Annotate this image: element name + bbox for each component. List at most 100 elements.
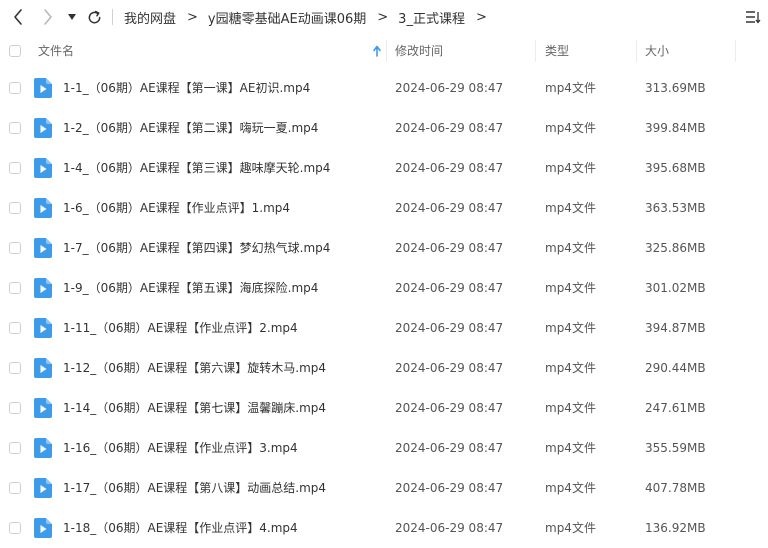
file-size: 363.53MB <box>645 201 706 215</box>
video-file-icon <box>34 118 52 138</box>
file-type: mp4文件 <box>545 281 596 295</box>
breadcrumb-current[interactable]: 3_正式课程 <box>396 8 467 27</box>
file-size: 395.68MB <box>645 161 706 175</box>
file-modified: 2024-06-29 08:47 <box>395 361 504 375</box>
file-size: 301.02MB <box>645 281 706 295</box>
row-checkbox[interactable] <box>9 482 21 494</box>
row-checkbox[interactable] <box>9 162 21 174</box>
file-name[interactable]: 1-1_（06期）AE课程【第一课】AE初识.mp4 <box>63 68 310 108</box>
breadcrumb: 我的网盘 > y园糖零基础AE动画课06期 > 3_正式课程 > <box>122 0 495 34</box>
file-size: 290.44MB <box>645 361 706 375</box>
column-type[interactable]: 类型 <box>545 36 569 66</box>
history-dropdown-button[interactable] <box>64 6 80 28</box>
file-name[interactable]: 1-14_（06期）AE课程【第七课】温馨蹦床.mp4 <box>63 388 326 428</box>
video-file-icon <box>34 438 52 458</box>
column-divider[interactable] <box>735 40 736 62</box>
file-size: 136.92MB <box>645 521 706 535</box>
arrow-up-icon[interactable] <box>372 45 382 57</box>
file-name[interactable]: 1-9_（06期）AE课程【第五课】海底探险.mp4 <box>63 268 318 308</box>
file-row[interactable]: 1-11_（06期）AE课程【作业点评】2.mp4 2024-06-29 08:… <box>0 308 768 348</box>
row-checkbox[interactable] <box>9 442 21 454</box>
back-button[interactable] <box>6 6 30 28</box>
file-modified: 2024-06-29 08:47 <box>395 521 504 535</box>
row-checkbox[interactable] <box>9 282 21 294</box>
chevron-left-icon <box>14 9 22 25</box>
video-file-icon <box>34 158 52 178</box>
breadcrumb-course[interactable]: y园糖零基础AE动画课06期 <box>206 8 368 27</box>
video-file-icon <box>34 358 52 378</box>
file-row[interactable]: 1-16_（06期）AE课程【作业点评】3.mp4 2024-06-29 08:… <box>0 428 768 468</box>
file-size: 399.84MB <box>645 121 706 135</box>
file-type: mp4文件 <box>545 521 596 535</box>
file-size: 394.87MB <box>645 321 706 335</box>
file-name[interactable]: 1-7_（06期）AE课程【第四课】梦幻热气球.mp4 <box>63 228 330 268</box>
file-name[interactable]: 1-11_（06期）AE课程【作业点评】2.mp4 <box>63 308 298 348</box>
file-type: mp4文件 <box>545 121 596 135</box>
file-size: 325.86MB <box>645 241 706 255</box>
select-all-checkbox[interactable] <box>9 45 21 57</box>
row-checkbox[interactable] <box>9 82 21 94</box>
row-checkbox[interactable] <box>9 122 21 134</box>
file-modified: 2024-06-29 08:47 <box>395 401 504 415</box>
file-modified: 2024-06-29 08:47 <box>395 481 504 495</box>
file-list: 1-1_（06期）AE课程【第一课】AE初识.mp4 2024-06-29 08… <box>0 68 768 548</box>
column-size[interactable]: 大小 <box>645 36 669 66</box>
toolbar-divider <box>112 9 113 25</box>
file-modified: 2024-06-29 08:47 <box>395 281 504 295</box>
column-divider[interactable] <box>386 40 387 62</box>
column-name[interactable]: 文件名 <box>38 36 74 66</box>
column-modified[interactable]: 修改时间 <box>395 36 443 66</box>
file-row[interactable]: 1-2_（06期）AE课程【第二课】嗨玩一夏.mp4 2024-06-29 08… <box>0 108 768 148</box>
file-name[interactable]: 1-18_（06期）AE课程【作业点评】4.mp4 <box>63 508 298 548</box>
file-row[interactable]: 1-4_（06期）AE课程【第三课】趣味摩天轮.mp4 2024-06-29 0… <box>0 148 768 188</box>
file-name[interactable]: 1-12_（06期）AE课程【第六课】旋转木马.mp4 <box>63 348 326 388</box>
file-row[interactable]: 1-9_（06期）AE课程【第五课】海底探险.mp4 2024-06-29 08… <box>0 268 768 308</box>
row-checkbox[interactable] <box>9 402 21 414</box>
forward-button[interactable] <box>36 6 60 28</box>
file-modified: 2024-06-29 08:47 <box>395 321 504 335</box>
file-name[interactable]: 1-17_（06期）AE课程【第八课】动画总结.mp4 <box>63 468 326 508</box>
video-file-icon <box>34 318 52 338</box>
row-checkbox[interactable] <box>9 202 21 214</box>
sort-menu-button[interactable] <box>744 8 762 26</box>
row-checkbox[interactable] <box>9 362 21 374</box>
file-name[interactable]: 1-2_（06期）AE课程【第二课】嗨玩一夏.mp4 <box>63 108 318 148</box>
row-checkbox[interactable] <box>9 242 21 254</box>
column-divider[interactable] <box>535 40 536 62</box>
file-name[interactable]: 1-4_（06期）AE课程【第三课】趣味摩天轮.mp4 <box>63 148 330 188</box>
file-type: mp4文件 <box>545 361 596 375</box>
file-type: mp4文件 <box>545 241 596 255</box>
file-name[interactable]: 1-6_（06期）AE课程【作业点评】1.mp4 <box>63 188 290 228</box>
file-size: 313.69MB <box>645 81 706 95</box>
file-row[interactable]: 1-1_（06期）AE课程【第一课】AE初识.mp4 2024-06-29 08… <box>0 68 768 108</box>
breadcrumb-root[interactable]: 我的网盘 <box>122 8 178 27</box>
file-modified: 2024-06-29 08:47 <box>395 81 504 95</box>
row-checkbox[interactable] <box>9 522 21 534</box>
file-size: 407.78MB <box>645 481 706 495</box>
chevron-right-icon <box>44 9 52 25</box>
file-row[interactable]: 1-17_（06期）AE课程【第八课】动画总结.mp4 2024-06-29 0… <box>0 468 768 508</box>
column-divider[interactable] <box>636 40 637 62</box>
row-checkbox[interactable] <box>9 322 21 334</box>
video-file-icon <box>34 398 52 418</box>
video-file-icon <box>34 78 52 98</box>
file-modified: 2024-06-29 08:47 <box>395 241 504 255</box>
file-size: 355.59MB <box>645 441 706 455</box>
file-type: mp4文件 <box>545 481 596 495</box>
file-row[interactable]: 1-7_（06期）AE课程【第四课】梦幻热气球.mp4 2024-06-29 0… <box>0 228 768 268</box>
file-name[interactable]: 1-16_（06期）AE课程【作业点评】3.mp4 <box>63 428 298 468</box>
file-modified: 2024-06-29 08:47 <box>395 441 504 455</box>
file-type: mp4文件 <box>545 161 596 175</box>
breadcrumb-separator-icon: > <box>377 9 389 25</box>
file-row[interactable]: 1-18_（06期）AE课程【作业点评】4.mp4 2024-06-29 08:… <box>0 508 768 548</box>
file-row[interactable]: 1-14_（06期）AE课程【第七课】温馨蹦床.mp4 2024-06-29 0… <box>0 388 768 428</box>
file-modified: 2024-06-29 08:47 <box>395 161 504 175</box>
breadcrumb-separator-icon: > <box>187 9 198 25</box>
file-type: mp4文件 <box>545 201 596 215</box>
file-row[interactable]: 1-12_（06期）AE课程【第六课】旋转木马.mp4 2024-06-29 0… <box>0 348 768 388</box>
file-row[interactable]: 1-6_（06期）AE课程【作业点评】1.mp4 2024-06-29 08:4… <box>0 188 768 228</box>
file-type: mp4文件 <box>545 321 596 335</box>
sort-list-icon <box>746 11 761 24</box>
refresh-button[interactable] <box>84 6 104 28</box>
toolbar: 我的网盘 > y园糖零基础AE动画课06期 > 3_正式课程 > <box>0 0 768 34</box>
